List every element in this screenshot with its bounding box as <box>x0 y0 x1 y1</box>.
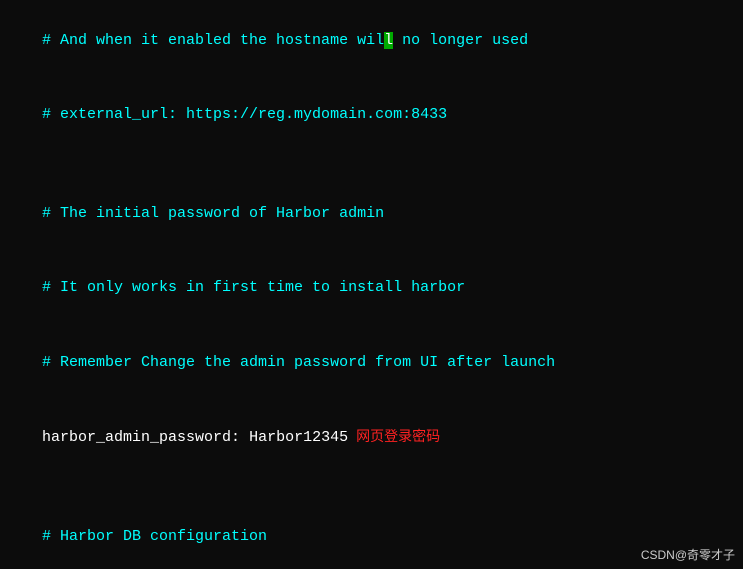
code-line: # And when it enabled the hostname will … <box>0 4 743 78</box>
code-text: # Harbor DB configuration <box>42 528 267 545</box>
config-key: harbor_admin_password: <box>42 429 249 446</box>
harbor-admin-password-line: harbor_admin_password: Harbor12345 网页登录密码 <box>0 400 743 475</box>
code-text: # It only works in first time to install… <box>42 279 465 296</box>
terminal-window: # And when it enabled the hostname will … <box>0 0 743 569</box>
code-line: # It only works in first time to install… <box>0 252 743 326</box>
code-text: # And when it enabled the hostname wil <box>42 32 384 49</box>
code-line <box>0 153 743 178</box>
code-line: # The initial password of Harbor admin <box>0 177 743 251</box>
config-value: Harbor12345 <box>249 429 348 446</box>
code-text: no longer used <box>393 32 528 49</box>
watermark: CSDN@奇零才子 <box>641 546 735 563</box>
cursor-highlight: l <box>384 32 393 49</box>
code-line: # Remember Change the admin password fro… <box>0 326 743 400</box>
code-line: # Harbor DB configuration <box>0 500 743 569</box>
code-text: # Remember Change the admin password fro… <box>42 354 555 371</box>
code-text: # external_url: https://reg.mydomain.com… <box>42 106 447 123</box>
code-line <box>0 475 743 500</box>
code-text: # The initial password of Harbor admin <box>42 205 384 222</box>
annotation-login-password: 网页登录密码 <box>356 428 440 444</box>
code-line: # external_url: https://reg.mydomain.com… <box>0 78 743 152</box>
